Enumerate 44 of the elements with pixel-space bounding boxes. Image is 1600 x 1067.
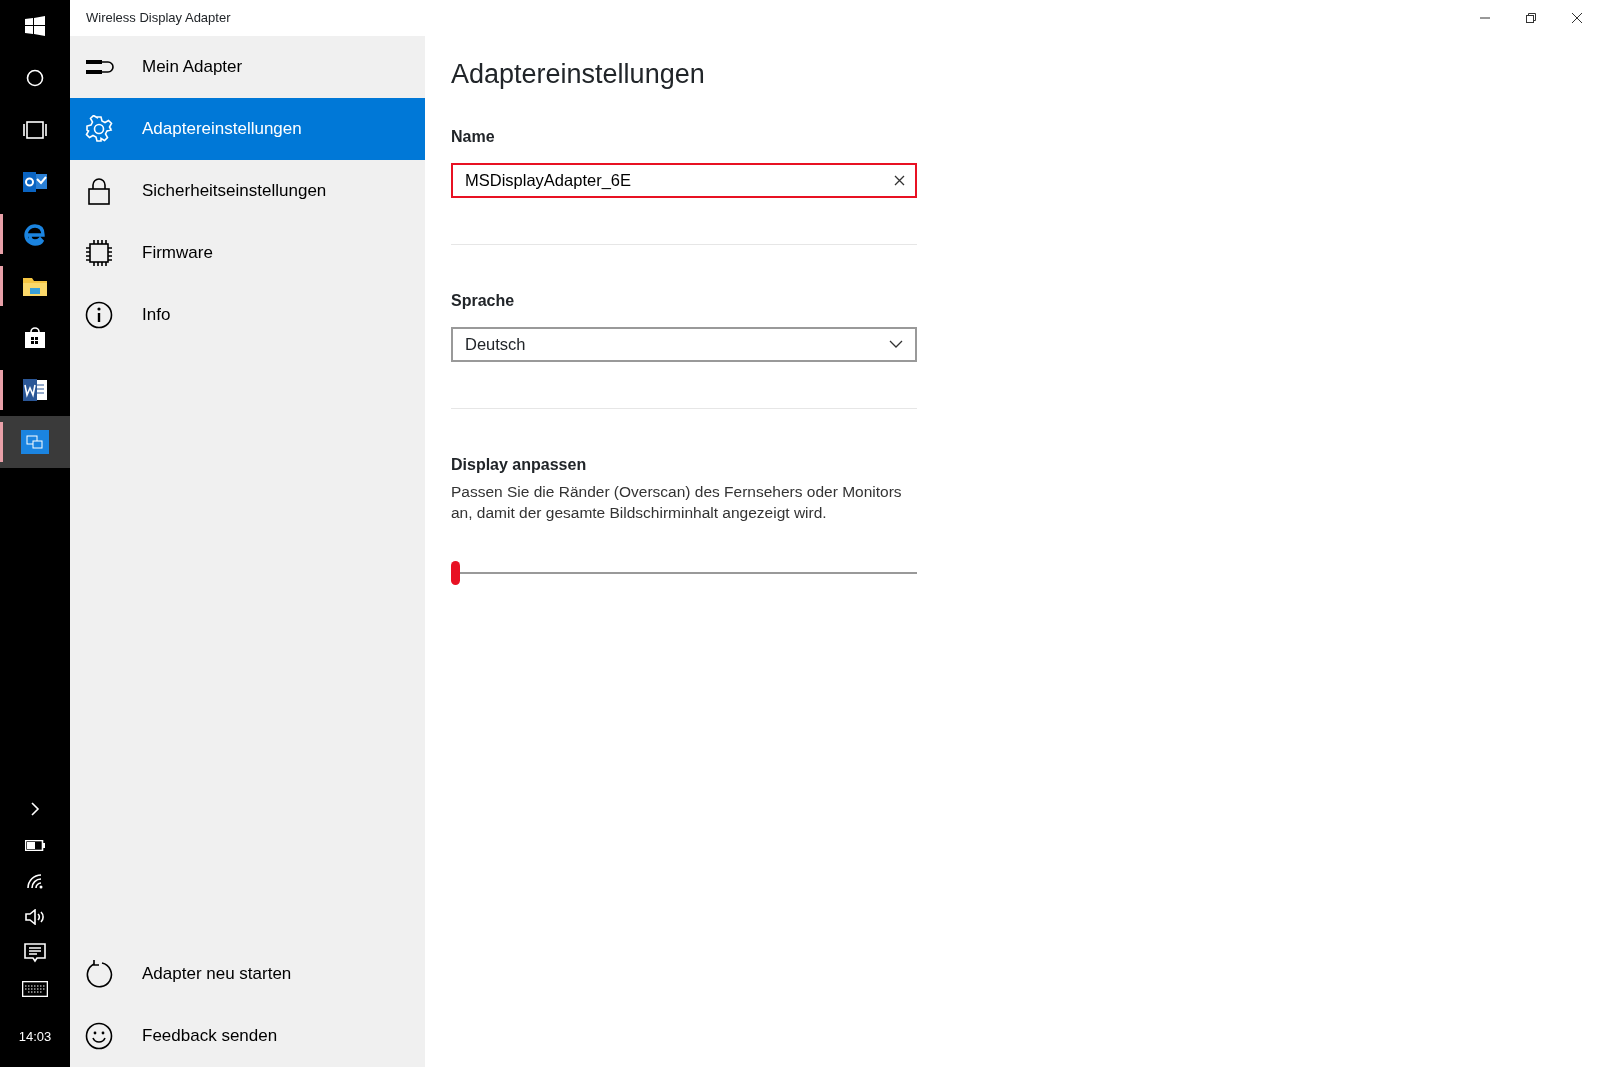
field-label: Name	[451, 126, 496, 147]
slider-thumb[interactable]	[451, 560, 460, 585]
nav-item[interactable]: Adaptereinstellungen	[70, 98, 425, 160]
window-title: Wireless Display Adapter	[85, 9, 231, 28]
field-label: Sprache	[451, 290, 516, 311]
nav-item[interactable]: Adapter neu starten	[70, 943, 425, 1005]
nav-item[interactable]: Feedback senden	[70, 1005, 425, 1067]
restart-icon	[85, 960, 113, 988]
clear-icon[interactable]	[894, 174, 905, 186]
task-view-icon	[22, 121, 48, 139]
name-field[interactable]: MSDisplayAdapter_6E	[451, 162, 917, 198]
language-dropdown[interactable]: Deutsch	[451, 326, 917, 362]
nav-item[interactable]: Sicherheitseinstellungen	[70, 160, 425, 222]
shopping-bag-icon	[23, 326, 47, 350]
info-icon	[85, 301, 113, 329]
smiley-icon	[85, 1022, 113, 1050]
circle-icon	[25, 68, 45, 88]
adapter-icon	[84, 58, 114, 76]
taskbar-button[interactable]	[0, 416, 70, 468]
screens-icon	[21, 430, 49, 454]
chevron-down-icon	[889, 340, 903, 348]
nav-item[interactable]: Firmware	[70, 222, 425, 284]
clock-time: 14:03	[18, 1028, 52, 1047]
chip-icon	[85, 239, 113, 267]
message-icon[interactable]	[24, 943, 46, 963]
description-text: Passen Sie die Ränder (Overscan) des Fernsehers oder Monitors an, damit der gesamte Bildschirminhalt angezeigt wird.	[451, 481, 903, 524]
speaker-icon[interactable]	[25, 909, 45, 925]
lock-icon	[88, 177, 110, 205]
windows-logo-icon	[25, 16, 45, 36]
e-letter-icon	[23, 222, 47, 246]
page-heading: Adaptereinstellungen	[451, 58, 706, 91]
folder-icon	[23, 276, 47, 296]
battery-icon[interactable]	[25, 839, 45, 851]
settings-icon	[85, 115, 113, 143]
close-icon	[1571, 12, 1583, 24]
mail-app-icon	[23, 171, 47, 193]
keyboard-icon[interactable]	[22, 981, 48, 997]
restore-icon	[1525, 12, 1537, 24]
chevron-right-icon[interactable]	[30, 802, 40, 816]
section-label: Display anpassen	[451, 454, 588, 475]
nav-item[interactable]: Info	[70, 284, 425, 346]
nav-item[interactable]: Mein Adapter	[70, 36, 425, 98]
wifi-icon[interactable]	[26, 873, 44, 889]
w-document-icon	[22, 378, 48, 402]
